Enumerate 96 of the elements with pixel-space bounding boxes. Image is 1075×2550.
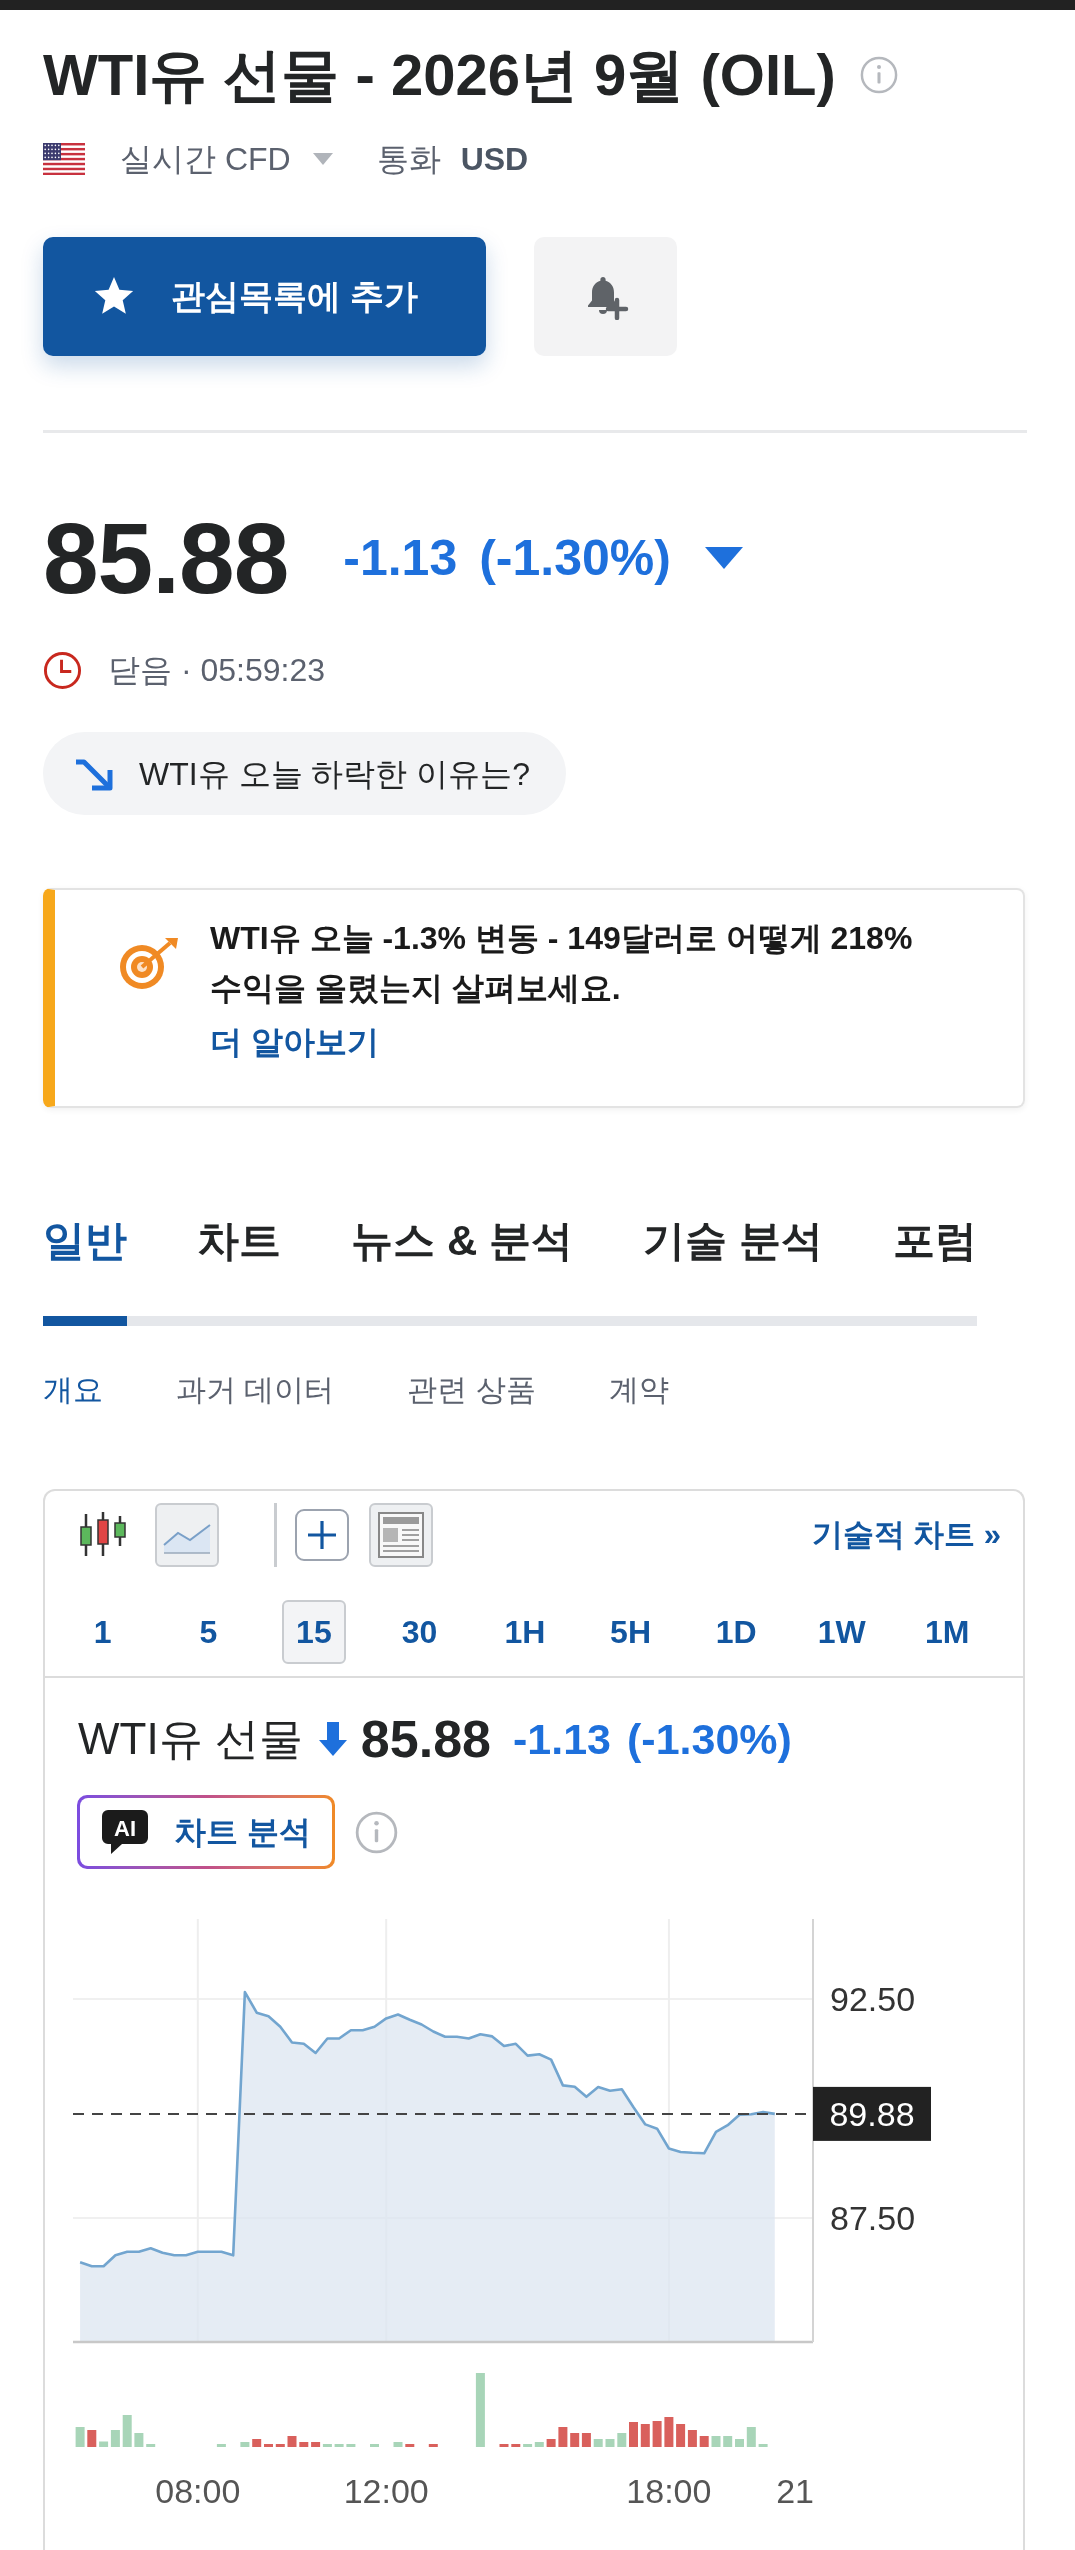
volume-bar <box>216 2444 226 2447</box>
volume-bar <box>405 2444 415 2447</box>
add-alert-button[interactable] <box>534 237 677 356</box>
page-title: WTI유 선물 - 2026년 9월 (OIL) <box>43 41 836 109</box>
promo-text: WTI유 오늘 -1.3% 변동 - 149달러로 어떻게 218% 수익을 올렸는지 살펴보세요. <box>210 919 914 1008</box>
volume-bar <box>252 2439 262 2447</box>
flag-icon <box>43 143 85 175</box>
price-change: -1.13 <box>343 529 458 588</box>
y-axis-label: 87.50 <box>830 2199 916 2238</box>
volume-bar <box>299 2442 309 2447</box>
info-icon[interactable] <box>355 1810 398 1854</box>
volume-bar <box>511 2444 521 2447</box>
volume-bar <box>134 2433 144 2447</box>
info-icon[interactable] <box>859 56 898 94</box>
percent-change: (-1.30%) <box>479 529 671 588</box>
volume-bar <box>275 2444 285 2447</box>
tab[interactable]: 기술 분석 <box>643 1211 823 1271</box>
volume-bar <box>593 2439 603 2447</box>
tab[interactable]: 포럼 <box>892 1211 977 1271</box>
volume-bar <box>87 2430 97 2447</box>
watchlist-button[interactable]: 관심목록에 추가 <box>43 237 486 356</box>
currency-label: 통화 <box>376 140 441 179</box>
why-falling-button[interactable]: WTI유 오늘 하락한 이유는? <box>43 732 567 815</box>
last-price-tag: 89.88 <box>813 2086 931 2141</box>
volume-bar <box>264 2444 273 2447</box>
volume-bar <box>346 2444 356 2447</box>
volume-bar <box>558 2427 568 2447</box>
x-axis-label: 08:00 <box>155 2472 241 2510</box>
volume-bar <box>735 2439 744 2447</box>
volume-bar <box>370 2444 379 2447</box>
interval-button[interactable]: 1W <box>809 1600 874 1664</box>
plus-icon <box>307 1520 337 1550</box>
layout-icon <box>378 1512 424 1558</box>
instrument-price: 85.88 <box>360 1711 491 1767</box>
volume-bar <box>393 2442 403 2447</box>
x-axis-label: 21 <box>776 2472 814 2510</box>
layout-button[interactable] <box>369 1503 433 1567</box>
volume-bar <box>428 2444 438 2447</box>
subtab[interactable]: 계약 <box>608 1370 669 1410</box>
interval-button[interactable]: 5H <box>598 1600 663 1664</box>
volume-bar <box>499 2444 509 2447</box>
interval-button[interactable]: 1M <box>915 1600 980 1664</box>
volume-bar <box>240 2442 250 2447</box>
volume-bar <box>711 2436 721 2447</box>
instrument-change: -1.13 <box>513 1714 611 1765</box>
learn-more-link[interactable]: 더 알아보기 <box>210 1017 379 1067</box>
x-axis-label: 12:00 <box>343 2472 429 2510</box>
volume-bar <box>652 2421 662 2447</box>
market-type-dropdown[interactable]: 실시간 CFD <box>120 139 333 179</box>
volume-bar <box>605 2439 615 2447</box>
volume-bar <box>617 2433 627 2447</box>
ai-badge: AI <box>102 1810 148 1854</box>
interval-button[interactable]: 15 <box>281 1600 346 1664</box>
volume-bar <box>676 2424 686 2447</box>
volume-bar <box>75 2427 85 2447</box>
interval-button[interactable]: 5 <box>176 1600 241 1664</box>
interval-button[interactable]: 1H <box>493 1600 557 1664</box>
volume-bar <box>146 2444 156 2447</box>
star-icon <box>93 276 135 317</box>
volume-bar <box>546 2439 556 2447</box>
tab[interactable]: 차트 <box>197 1211 282 1271</box>
tab[interactable]: 뉴스 & 분석 <box>351 1211 573 1271</box>
ai-chart-analysis-button[interactable]: AI 차트 분석 <box>77 1795 335 1869</box>
instrument-percent-change: (-1.30%) <box>627 1714 792 1765</box>
clock-icon <box>43 650 82 690</box>
instrument-name: WTI유 선물 <box>78 1713 303 1765</box>
caret-down-icon <box>312 153 333 165</box>
add-indicator-button[interactable] <box>295 1509 349 1561</box>
target-icon <box>118 935 180 991</box>
subtab[interactable]: 개요 <box>43 1370 103 1410</box>
interval-button[interactable]: 1D <box>704 1600 769 1664</box>
volume-bar <box>758 2444 768 2447</box>
technical-chart-link[interactable]: 기술적 차트 » <box>811 1511 1001 1559</box>
volume-bar <box>581 2433 591 2447</box>
volume-bar <box>723 2436 733 2447</box>
volume-bar <box>122 2415 132 2447</box>
volume-bar <box>687 2430 697 2447</box>
ref-line-label: 89.88 <box>829 2094 915 2133</box>
volume-bar <box>664 2417 674 2447</box>
volume-bar <box>640 2424 650 2447</box>
x-axis-label: 18:00 <box>626 2472 712 2510</box>
volume-bar <box>334 2444 344 2447</box>
subtab[interactable]: 과거 데이터 <box>176 1370 335 1410</box>
subtab[interactable]: 관련 상품 <box>407 1370 536 1410</box>
currency-value: USD <box>460 140 529 179</box>
market-status: 닫음 · 05:59:23 <box>108 651 325 690</box>
volume-bar <box>287 2436 297 2447</box>
volume-bar <box>629 2422 638 2447</box>
y-axis-label: 92.50 <box>830 1980 916 2019</box>
volume-bar <box>699 2436 709 2447</box>
interval-button[interactable]: 1 <box>70 1600 135 1664</box>
interval-button[interactable]: 30 <box>387 1600 452 1664</box>
tab[interactable]: 일반 <box>43 1211 127 1271</box>
volume-bar <box>570 2433 580 2447</box>
volume-bar <box>746 2427 756 2447</box>
last-price: 85.88 <box>43 508 289 608</box>
